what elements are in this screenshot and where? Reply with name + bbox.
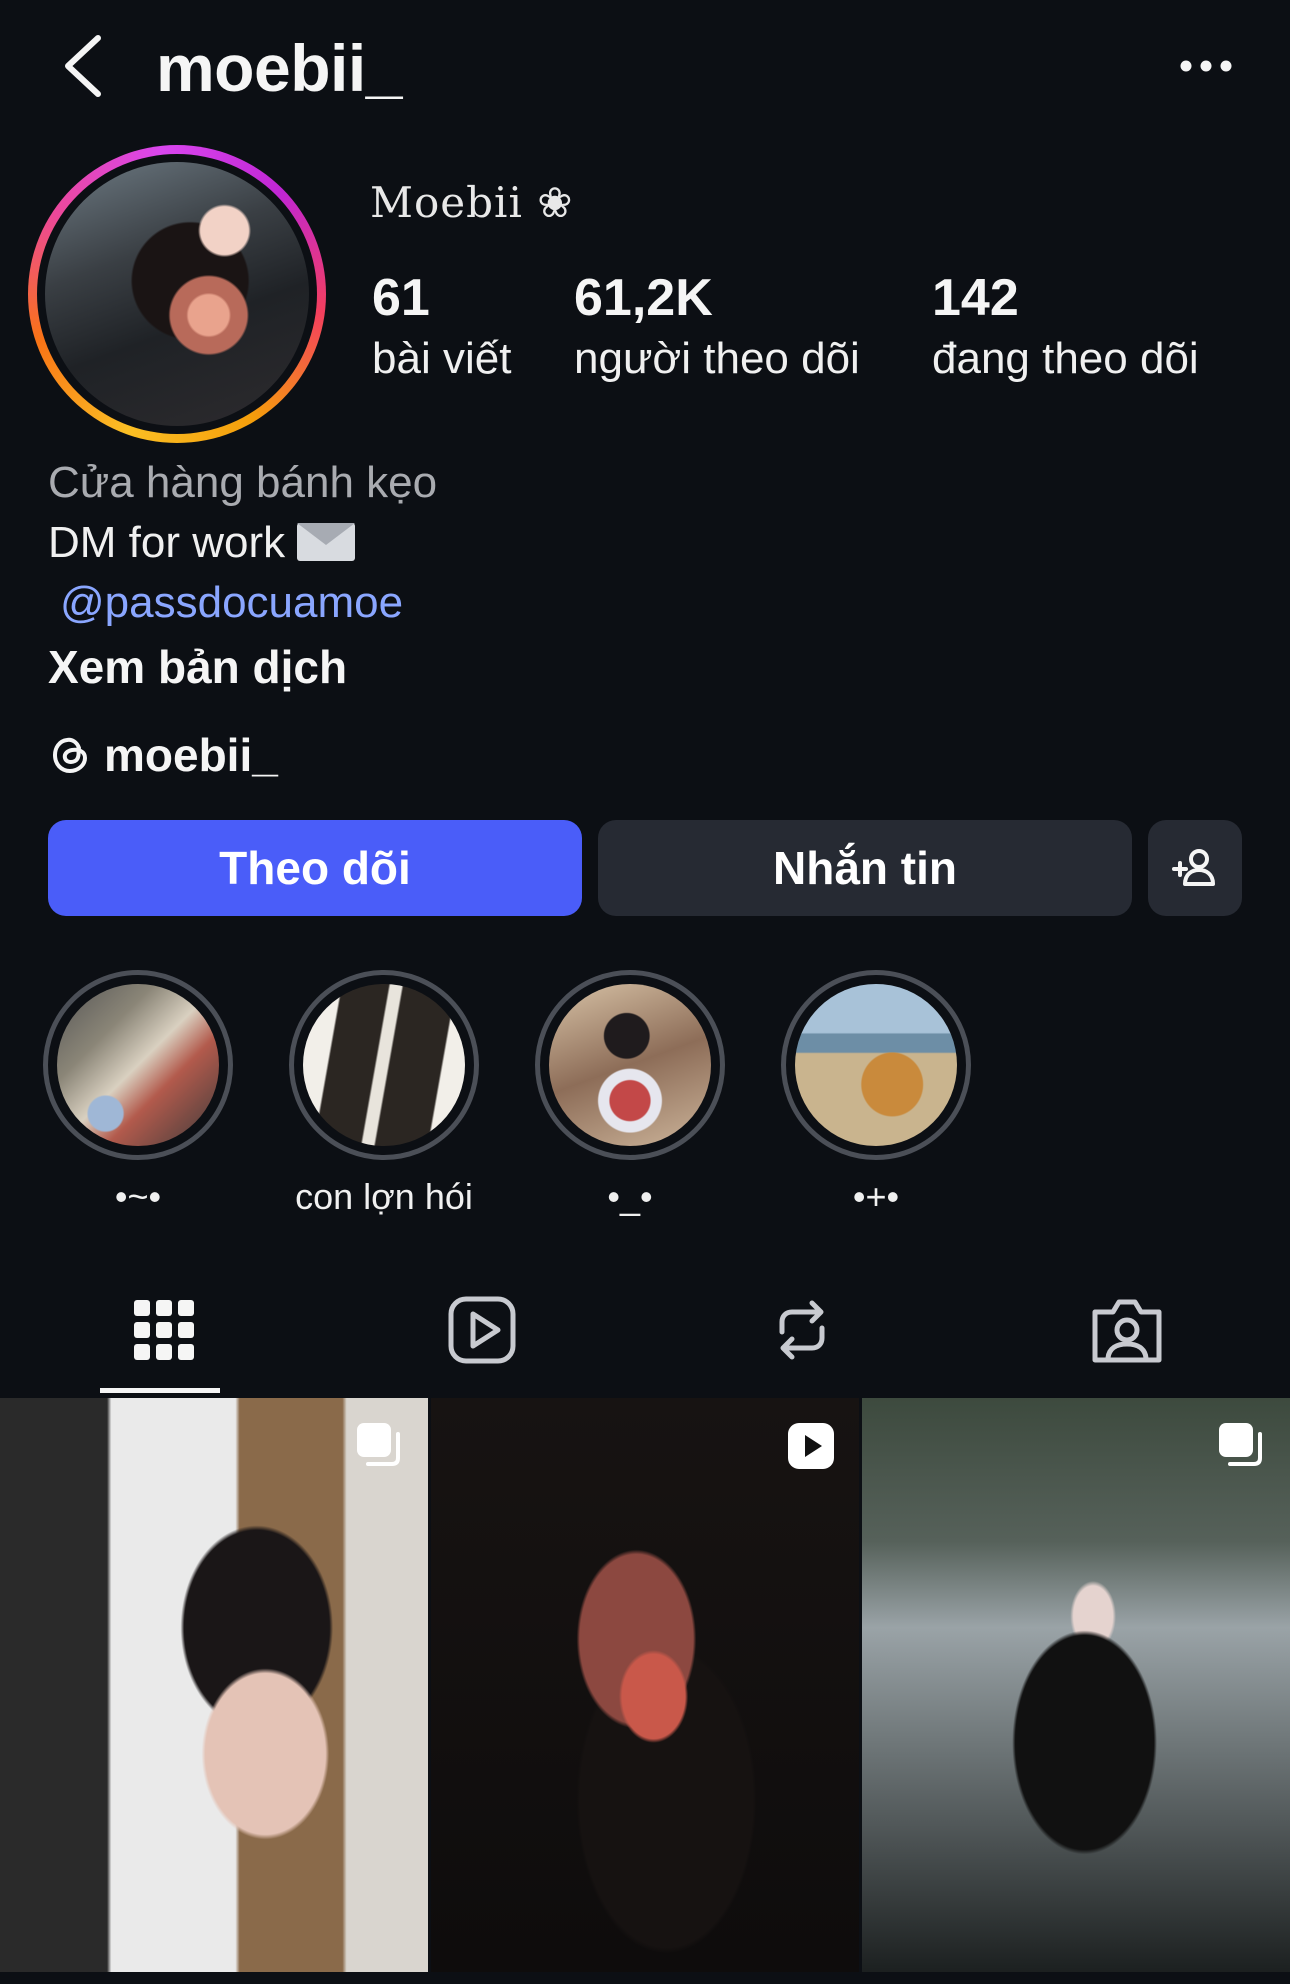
back-chevron-icon[interactable] [58,34,110,98]
story-highlight[interactable]: con lợn hói [289,970,479,1217]
following-count[interactable]: 142 [932,268,1019,328]
carousel-icon [1219,1423,1262,1466]
suggest-users-button[interactable] [1148,820,1242,916]
add-user-icon [1172,849,1215,886]
followers-count[interactable]: 61,2K [574,268,713,328]
bio-mention-link[interactable]: @passdocuamoe [60,578,403,628]
highlight-cover [303,984,465,1146]
profile-username-title: moebii_ [156,31,402,105]
post-thumbnail[interactable] [431,1398,859,1972]
display-name: Moebii ❀ [370,178,574,227]
story-highlight[interactable]: •~• [43,970,233,1217]
avatar-photo [45,162,309,426]
story-highlight[interactable]: •_• [535,970,725,1217]
threads-badge[interactable]: moebii_ [48,728,278,782]
post-thumbnail[interactable] [862,1398,1290,1972]
tagged-icon[interactable] [1087,1290,1167,1370]
active-tab-indicator [100,1388,220,1393]
highlight-label: con lợn hói [295,1176,473,1217]
highlight-label: •_• [607,1176,653,1217]
highlight-cover [57,984,219,1146]
reels-icon[interactable] [442,1290,522,1370]
highlight-label: •+• [852,1176,900,1217]
profile-category: Cửa hàng bánh kẹo [48,458,438,507]
envelope-icon [297,523,356,561]
posts-label: bài viết [372,334,512,383]
see-translation-link[interactable]: Xem bản dịch [48,640,347,694]
threads-handle: moebii_ [104,729,278,781]
following-label[interactable]: đang theo dõi [932,334,1199,384]
highlight-cover [795,984,957,1146]
reel-icon [788,1423,834,1469]
carousel-icon [357,1423,400,1466]
follow-button[interactable]: Theo dõi [48,820,582,916]
more-options-icon[interactable] [1176,48,1236,84]
grid-icon[interactable] [124,1290,204,1370]
bio-line-text: DM for work [48,518,286,567]
story-highlight[interactable]: •+• [781,970,971,1217]
posts-count: 61 [372,269,430,327]
highlight-label: •~• [114,1176,162,1217]
highlight-cover [549,984,711,1146]
bio-text: DM for work [48,518,356,568]
threads-icon [52,737,88,774]
post-thumbnail[interactable] [0,1398,428,1972]
followers-label[interactable]: người theo dõi [574,334,860,384]
message-button[interactable]: Nhắn tin [598,820,1132,916]
profile-avatar[interactable] [28,145,326,443]
reposts-icon[interactable] [762,1290,842,1370]
